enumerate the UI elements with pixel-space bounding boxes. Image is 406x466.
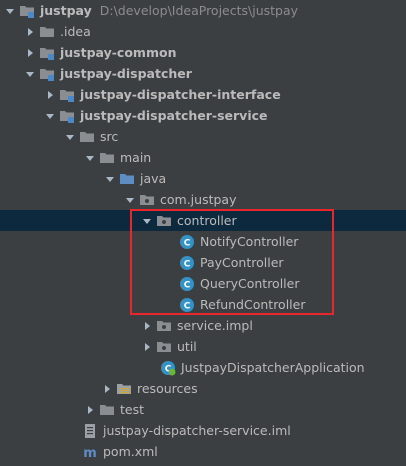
- folder-icon: [99, 150, 115, 166]
- tree-item-iml-file[interactable]: justpay-dispatcher-service.iml: [0, 420, 406, 441]
- tree-item-label: service.impl: [177, 318, 253, 333]
- chevron-down-icon[interactable]: [64, 131, 76, 143]
- tree-item-label: com.justpay: [160, 192, 237, 207]
- class-icon: [179, 276, 195, 292]
- tree-item-util[interactable]: util: [0, 336, 406, 357]
- class-icon: [179, 255, 195, 271]
- source-folder-icon: [119, 171, 135, 187]
- tree-item-label: util: [177, 339, 197, 354]
- tree-item-java[interactable]: java: [0, 168, 406, 189]
- tree-item-label: main: [120, 150, 152, 165]
- tree-item-idea[interactable]: .idea: [0, 21, 406, 42]
- tree-item-label: .idea: [60, 24, 91, 39]
- folder-icon: [39, 24, 55, 40]
- tree-item-justpay-dispatcher-service[interactable]: justpay-dispatcher-service: [0, 105, 406, 126]
- tree-item-query-controller[interactable]: QueryController: [0, 273, 406, 294]
- tree-item-label: justpay-dispatcher-interface: [80, 87, 281, 102]
- chevron-down-icon[interactable]: [104, 173, 116, 185]
- chevron-right-icon[interactable]: [141, 320, 153, 332]
- tree-item-label: justpay-dispatcher-service.iml: [103, 423, 291, 438]
- tree-item-label: pom.xml: [103, 444, 158, 459]
- iml-file-icon: [82, 423, 98, 439]
- module-folder-icon: [39, 66, 55, 82]
- tree-item-src[interactable]: src: [0, 126, 406, 147]
- tree-item-label: test: [120, 402, 145, 417]
- chevron-right-icon[interactable]: [101, 383, 113, 395]
- tree-item-notify-controller[interactable]: NotifyController: [0, 231, 406, 252]
- chevron-down-icon[interactable]: [44, 110, 56, 122]
- folder-icon: [79, 129, 95, 145]
- tree-item-resources[interactable]: resources: [0, 378, 406, 399]
- tree-item-label: QueryController: [200, 276, 300, 291]
- chevron-right-icon[interactable]: [24, 26, 36, 38]
- project-path: D:\develop\IdeaProjects\justpay: [99, 3, 299, 18]
- tree-item-test[interactable]: test: [0, 399, 406, 420]
- resources-folder-icon: [116, 381, 132, 397]
- maven-icon: [82, 444, 98, 460]
- package-icon: [156, 318, 172, 334]
- package-icon: [139, 192, 155, 208]
- chevron-down-icon[interactable]: [124, 194, 136, 206]
- module-folder-icon: [59, 87, 75, 103]
- tree-item-justpay-dispatcher-application[interactable]: JustpayDispatcherApplication: [0, 357, 406, 378]
- tree-item-label: justpay: [40, 3, 92, 18]
- tree-item-label: NotifyController: [200, 234, 299, 249]
- tree-item-label: java: [140, 171, 167, 186]
- chevron-right-icon[interactable]: [84, 404, 96, 416]
- tree-item-label: justpay-dispatcher: [60, 66, 192, 81]
- tree-item-pay-controller[interactable]: PayController: [0, 252, 406, 273]
- package-icon: [156, 213, 172, 229]
- class-icon: [179, 234, 195, 250]
- package-icon: [156, 339, 172, 355]
- module-folder-icon: [59, 108, 75, 124]
- tree-item-label: justpay-common: [60, 45, 177, 60]
- tree-item-com-justpay[interactable]: com.justpay: [0, 189, 406, 210]
- tree-item-pom-xml[interactable]: pom.xml: [0, 441, 406, 462]
- tree-item-label: resources: [137, 381, 198, 396]
- spring-boot-class-icon: [160, 360, 176, 376]
- module-folder-icon: [39, 45, 55, 61]
- chevron-down-icon[interactable]: [4, 5, 16, 17]
- chevron-right-icon[interactable]: [44, 89, 56, 101]
- tree-item-justpay[interactable]: justpay D:\develop\IdeaProjects\justpay: [0, 0, 406, 21]
- class-icon: [179, 297, 195, 313]
- tree-item-main[interactable]: main: [0, 147, 406, 168]
- tree-item-label: controller: [177, 213, 237, 228]
- chevron-right-icon[interactable]: [141, 341, 153, 353]
- tree-item-justpay-dispatcher-interface[interactable]: justpay-dispatcher-interface: [0, 84, 406, 105]
- tree-item-label: justpay-dispatcher-service: [80, 108, 268, 123]
- tree-item-justpay-common[interactable]: justpay-common: [0, 42, 406, 63]
- tree-item-label: JustpayDispatcherApplication: [181, 360, 365, 375]
- chevron-down-icon[interactable]: [84, 152, 96, 164]
- tree-item-justpay-dispatcher[interactable]: justpay-dispatcher: [0, 63, 406, 84]
- chevron-down-icon[interactable]: [141, 215, 153, 227]
- tree-item-refund-controller[interactable]: RefundController: [0, 294, 406, 315]
- tree-item-label: RefundController: [200, 297, 306, 312]
- chevron-down-icon[interactable]: [24, 68, 36, 80]
- folder-icon: [99, 402, 115, 418]
- tree-item-controller[interactable]: controller: [0, 210, 406, 231]
- tree-item-service-impl[interactable]: service.impl: [0, 315, 406, 336]
- tree-item-label: src: [100, 129, 119, 144]
- chevron-right-icon[interactable]: [24, 47, 36, 59]
- module-folder-icon: [19, 3, 35, 19]
- tree-item-label: PayController: [200, 255, 284, 270]
